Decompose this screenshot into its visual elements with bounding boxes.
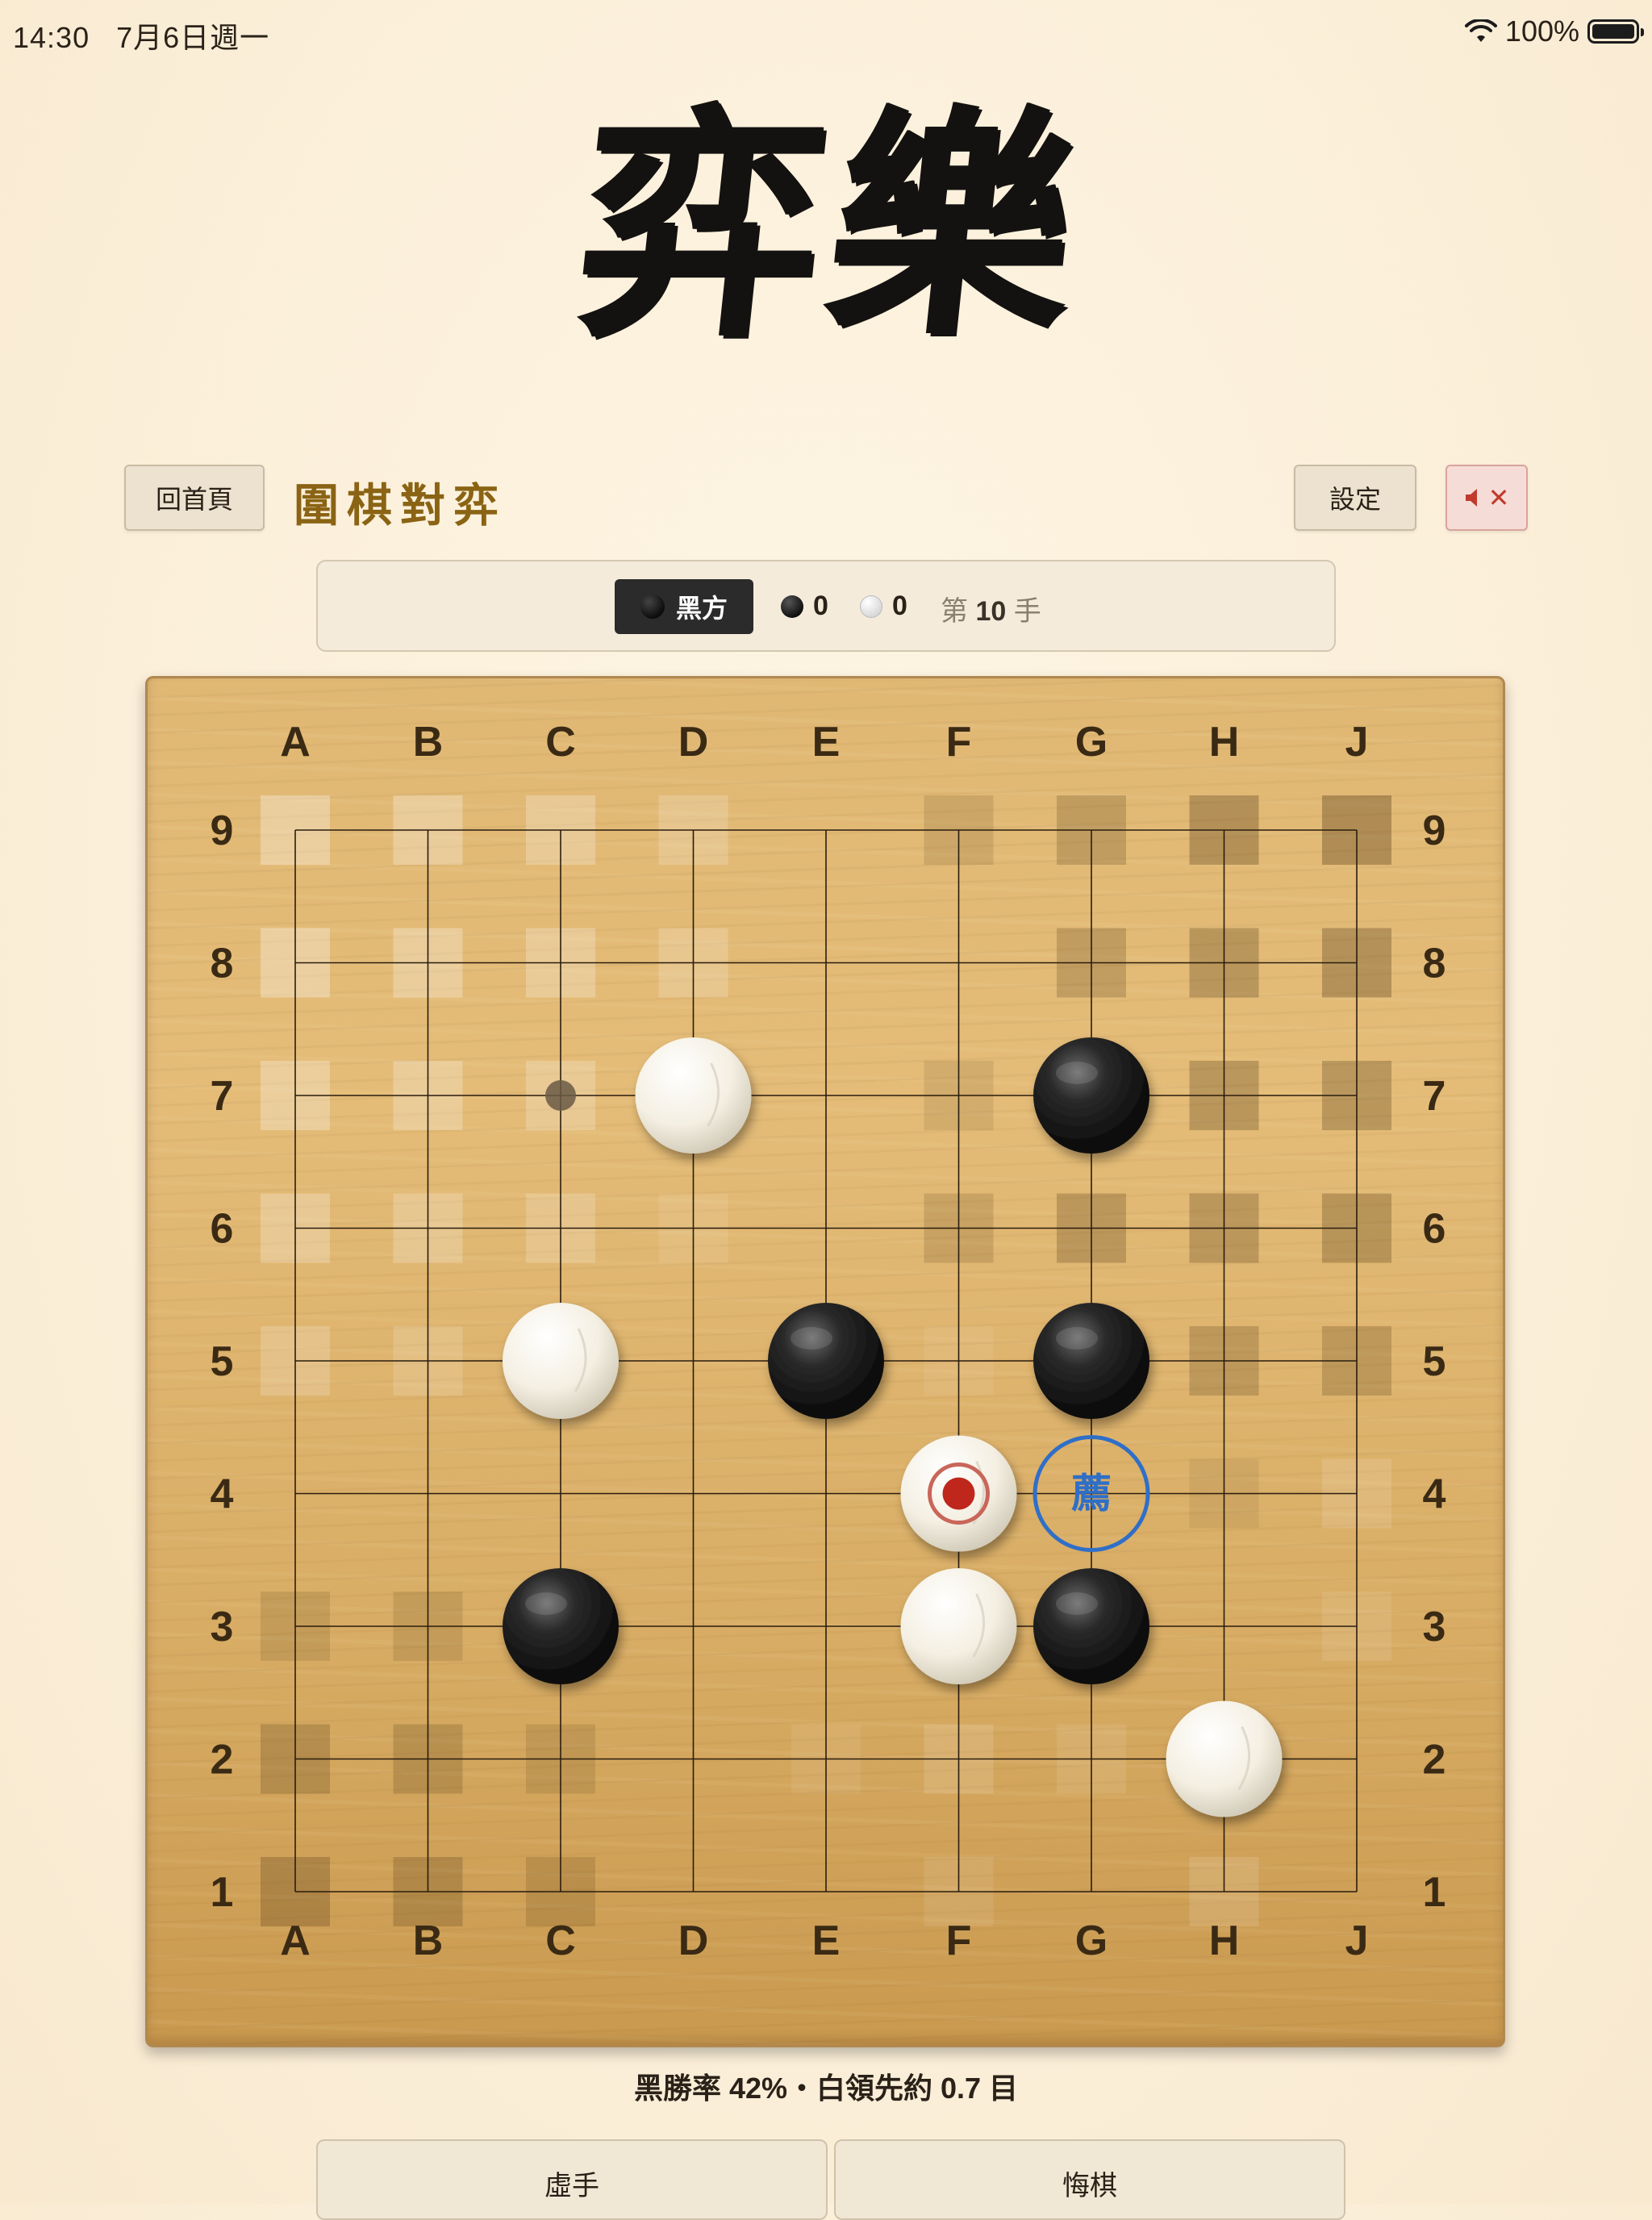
battery-percent: 100% <box>1504 15 1579 48</box>
column-label: E <box>812 1917 841 1964</box>
game-info-panel: 黑方 0 0 第 10 手 <box>316 560 1336 652</box>
page-title: 圍棋對弈 <box>294 479 507 532</box>
winrate-text: 黑勝率 42%・白領先約 0.7 目 <box>633 2072 1019 2105</box>
column-label: G <box>1075 719 1108 766</box>
white-stone-C5 <box>503 1303 619 1419</box>
speaker-muted-icon <box>1465 489 1477 507</box>
black-stone-C3 <box>503 1568 619 1684</box>
black-stone-icon <box>781 595 803 618</box>
column-label: E <box>812 719 841 766</box>
column-label: C <box>545 1917 576 1964</box>
star-point <box>545 1080 576 1111</box>
column-label: A <box>280 1917 311 1964</box>
black-stone-G5 <box>1033 1303 1149 1419</box>
row-label: 1 <box>211 1869 234 1916</box>
row-label: 2 <box>211 1737 234 1784</box>
row-label: 5 <box>1423 1338 1446 1385</box>
black-captures: 0 <box>781 590 828 622</box>
column-label: A <box>280 719 311 766</box>
row-label: 9 <box>211 807 234 854</box>
home-button[interactable]: 回首頁 <box>124 465 265 531</box>
turn-label: 黑方 <box>675 594 728 623</box>
column-label: G <box>1075 1917 1108 1964</box>
battery-icon <box>1587 19 1644 44</box>
row-label: 6 <box>1423 1206 1446 1253</box>
row-label: 3 <box>211 1604 234 1650</box>
column-label: J <box>1345 1917 1369 1964</box>
black-stone-G7 <box>1033 1037 1149 1154</box>
black-stone-E5 <box>768 1303 884 1419</box>
app-logo: 弈樂 <box>549 65 1113 387</box>
row-label: 8 <box>211 941 234 987</box>
row-label: 3 <box>1423 1604 1446 1650</box>
white-stone-F3 <box>900 1568 1017 1684</box>
wifi-icon <box>1464 19 1497 42</box>
logo-calligraphy: 弈樂 <box>565 83 1096 368</box>
row-label: 9 <box>1423 807 1446 854</box>
turn-indicator: 黑方 <box>615 579 753 634</box>
mute-button[interactable]: ✕ <box>1446 465 1528 531</box>
white-stone-F4 <box>900 1435 1017 1552</box>
row-label: 4 <box>1423 1471 1446 1518</box>
mute-x: ✕ <box>1487 483 1510 512</box>
white-stone-icon <box>860 595 882 618</box>
recommended-move-label: 薦 <box>1071 1471 1112 1517</box>
pass-button[interactable]: 虛手 <box>316 2139 828 2220</box>
white-stone-H2 <box>1166 1700 1283 1817</box>
settings-button[interactable]: 設定 <box>1294 465 1416 531</box>
last-move-dot <box>942 1477 975 1510</box>
white-stone-D7 <box>635 1037 752 1154</box>
move-counter: 第 10 手 <box>941 596 1041 627</box>
column-label: J <box>1345 719 1369 766</box>
row-label: 7 <box>211 1073 234 1120</box>
column-label: D <box>678 1917 709 1964</box>
column-label: D <box>678 719 709 766</box>
row-label: 8 <box>1423 941 1446 987</box>
status-time: 14:30 7月6日週一 <box>13 21 270 54</box>
row-label: 2 <box>1423 1737 1446 1784</box>
column-label: F <box>946 719 972 766</box>
column-label: H <box>1209 1917 1240 1964</box>
column-label: H <box>1209 719 1240 766</box>
row-label: 5 <box>211 1338 234 1385</box>
column-label: C <box>545 719 576 766</box>
go-board[interactable]: A A B B C C D D E E F F G G H H J J 9 9 8 8 7 7 6 6 5 5 4 4 3 3 2 2 1 1 薦 <box>145 676 1505 2047</box>
row-label: 4 <box>211 1471 234 1518</box>
black-stone-G3 <box>1033 1568 1149 1684</box>
status-right: 100% <box>1464 15 1644 48</box>
black-stone-icon <box>640 595 665 619</box>
column-label: B <box>413 1917 444 1964</box>
column-label: F <box>946 1917 972 1964</box>
row-label: 6 <box>211 1206 234 1253</box>
board-grid[interactable]: A A B B C C D D E E F F G G H H J J 9 9 8 8 7 7 6 6 5 5 4 4 3 3 2 2 1 1 薦 <box>148 678 1503 2045</box>
status-bar: 14:30 7月6日週一 100% <box>0 0 1652 65</box>
white-captures: 0 <box>860 590 907 622</box>
column-label: B <box>413 719 444 766</box>
row-label: 1 <box>1423 1869 1446 1916</box>
undo-button[interactable]: 悔棋 <box>834 2139 1345 2220</box>
row-label: 7 <box>1423 1073 1446 1120</box>
